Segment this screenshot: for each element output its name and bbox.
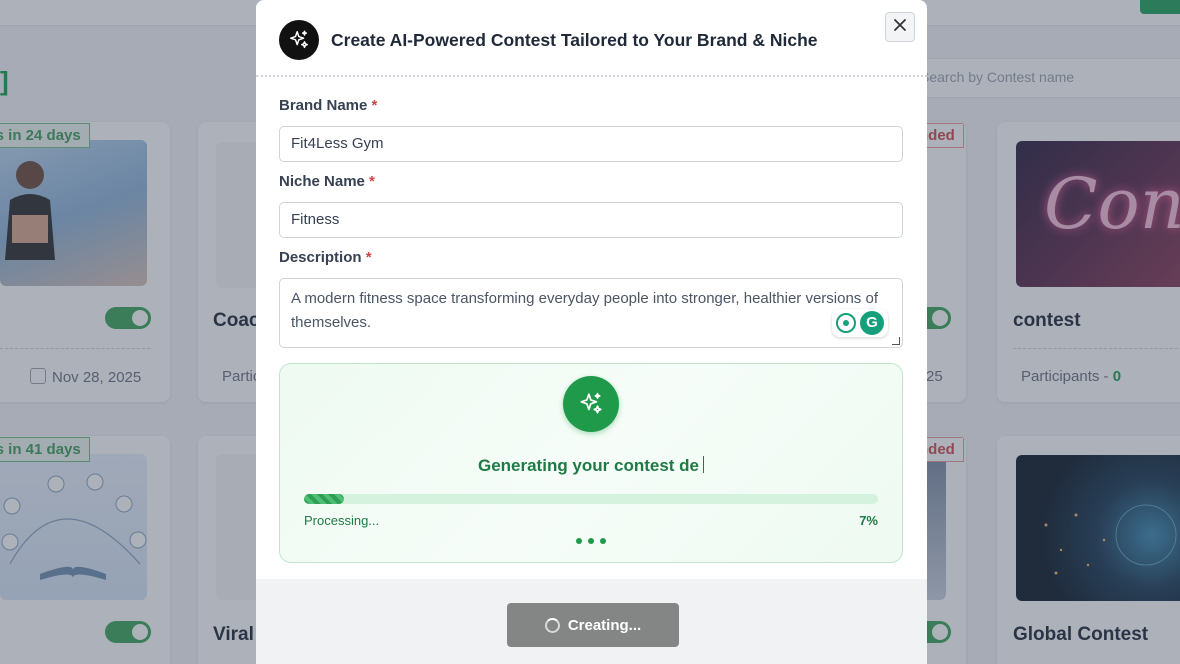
- sparkles-icon: [563, 376, 619, 432]
- modal-header: Create AI-Powered Contest Tailored to Yo…: [256, 0, 927, 77]
- description-label-text: Description: [279, 249, 362, 266]
- generation-progress-panel: Generating your contest de Processing...…: [279, 363, 903, 563]
- loading-dot: [576, 538, 582, 544]
- typing-caret: [703, 456, 705, 473]
- loading-dot: [600, 538, 606, 544]
- resize-handle[interactable]: [892, 337, 900, 345]
- spinner-icon: [544, 617, 560, 633]
- niche-name-label-text: Niche Name: [279, 173, 365, 190]
- generation-status-text: Generating your contest de: [477, 456, 700, 475]
- required-marker: *: [365, 249, 372, 266]
- lightbulb-icon[interactable]: [836, 313, 856, 333]
- creating-button-label: Creating...: [567, 616, 642, 634]
- description-label: Description *: [279, 249, 372, 266]
- generation-status: Generating your contest de: [280, 456, 902, 476]
- progress-percent: 7%: [859, 513, 878, 528]
- brand-name-label: Brand Name *: [279, 97, 377, 114]
- close-icon[interactable]: [893, 18, 907, 37]
- grammarly-icon[interactable]: G: [860, 311, 884, 335]
- modal-title: Create AI-Powered Contest Tailored to Yo…: [331, 30, 818, 50]
- description-text: A modern fitness space transforming ever…: [291, 290, 878, 331]
- niche-name-label: Niche Name *: [279, 173, 375, 190]
- brand-name-label-text: Brand Name: [279, 97, 368, 114]
- creating-button[interactable]: Creating...: [507, 603, 679, 647]
- description-textarea[interactable]: A modern fitness space transforming ever…: [279, 278, 903, 348]
- grammarly-widget[interactable]: G: [832, 309, 888, 337]
- required-marker: *: [369, 173, 375, 190]
- brand-name-input[interactable]: Fit4Less Gym: [279, 126, 903, 162]
- sparkles-icon: [279, 20, 319, 60]
- required-marker: *: [371, 97, 378, 114]
- progress-bar-fill: [304, 494, 345, 504]
- loading-dots: [280, 538, 902, 544]
- progress-label: Processing...: [304, 513, 380, 528]
- create-contest-modal: Create AI-Powered Contest Tailored to Yo…: [256, 0, 927, 664]
- loading-dot: [588, 538, 594, 544]
- niche-name-input[interactable]: Fitness: [279, 202, 903, 238]
- close-button[interactable]: [885, 12, 915, 42]
- modal-footer: Creating...: [256, 579, 927, 664]
- progress-bar: [304, 494, 878, 504]
